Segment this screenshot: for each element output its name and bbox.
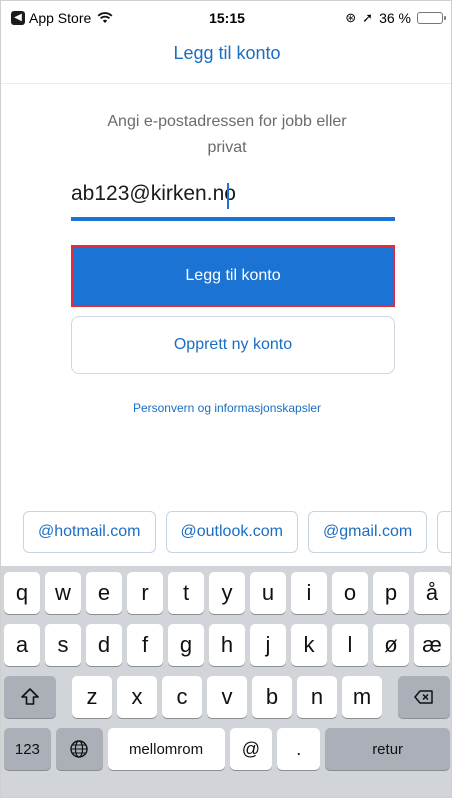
backspace-icon [414, 690, 433, 704]
key-a[interactable]: a [4, 624, 40, 666]
status-bar: ◀ App Store 15:15 ⊛ ➚ 36 % [1, 1, 451, 35]
wifi-icon [97, 12, 113, 23]
email-field[interactable] [71, 177, 395, 221]
status-left: ◀ App Store [11, 10, 113, 26]
email-prompt: Angi e-postadressen for jobb eller priva… [107, 113, 347, 156]
key-t[interactable]: t [168, 572, 204, 614]
return-key[interactable]: retur [325, 728, 450, 770]
keyboard: q w e r t y u i o p å a s d f g h j k l … [1, 566, 451, 797]
key-ae[interactable]: æ [414, 624, 450, 666]
key-e[interactable]: e [86, 572, 122, 614]
key-k[interactable]: k [291, 624, 327, 666]
keyboard-row-3: z x c v b n m [4, 676, 450, 718]
battery-icon [417, 12, 446, 24]
add-account-button[interactable]: Legg til konto [71, 245, 395, 307]
privacy-link[interactable]: Personvern og informasjonskapsler [1, 401, 451, 415]
key-v[interactable]: v [207, 676, 247, 718]
key-h[interactable]: h [209, 624, 245, 666]
key-f[interactable]: f [127, 624, 163, 666]
key-p[interactable]: p [373, 572, 409, 614]
key-s[interactable]: s [45, 624, 81, 666]
numbers-key[interactable]: 123 [4, 728, 51, 770]
suggestion-more[interactable]: @ [437, 511, 451, 553]
back-to-app-icon[interactable]: ◀ [11, 11, 25, 25]
key-x[interactable]: x [117, 676, 157, 718]
key-u[interactable]: u [250, 572, 286, 614]
shift-icon [21, 688, 39, 705]
suggestion-hotmail[interactable]: @hotmail.com [23, 511, 156, 553]
key-g[interactable]: g [168, 624, 204, 666]
backspace-key[interactable] [398, 676, 450, 718]
key-o[interactable]: o [332, 572, 368, 614]
status-right: ⊛ ➚ 36 % [345, 10, 446, 26]
key-j[interactable]: j [250, 624, 286, 666]
page-title: Legg til konto [173, 43, 281, 63]
keyboard-row-4: 123 mellomrom @ . retur [4, 728, 450, 770]
key-c[interactable]: c [162, 676, 202, 718]
key-z[interactable]: z [72, 676, 112, 718]
text-caret [227, 183, 229, 209]
at-key[interactable]: @ [229, 728, 273, 770]
key-y[interactable]: y [209, 572, 245, 614]
key-b[interactable]: b [252, 676, 292, 718]
key-aa[interactable]: å [414, 572, 450, 614]
keyboard-row-2: a s d f g h j k l ø æ [4, 624, 450, 666]
key-q[interactable]: q [4, 572, 40, 614]
keyboard-row-1: q w e r t y u i o p å [4, 572, 450, 614]
create-account-button[interactable]: Opprett ny konto [71, 316, 395, 374]
globe-key[interactable] [55, 728, 103, 770]
globe-icon [70, 740, 88, 758]
suggestion-gmail[interactable]: @gmail.com [308, 511, 428, 553]
back-app-label[interactable]: App Store [29, 10, 91, 26]
key-m[interactable]: m [342, 676, 382, 718]
keyboard-row-3-letters: z x c v b n m [72, 676, 382, 718]
key-i[interactable]: i [291, 572, 327, 614]
location-icon: ➚ [362, 10, 374, 25]
shift-key[interactable] [4, 676, 56, 718]
rotation-lock-icon: ⊛ [345, 10, 357, 25]
suggestion-outlook[interactable]: @outlook.com [165, 511, 299, 553]
key-n[interactable]: n [297, 676, 337, 718]
battery-percent: 36 % [379, 10, 411, 26]
dot-key[interactable]: . [277, 728, 321, 770]
app-screen: ◀ App Store 15:15 ⊛ ➚ 36 % Legg til kont… [0, 0, 452, 798]
key-oe[interactable]: ø [373, 624, 409, 666]
domain-suggestions: @hotmail.com @outlook.com @gmail.com @ [23, 511, 451, 553]
key-r[interactable]: r [127, 572, 163, 614]
space-key[interactable]: mellomrom [107, 728, 225, 770]
key-l[interactable]: l [332, 624, 368, 666]
key-d[interactable]: d [86, 624, 122, 666]
header-divider [1, 83, 451, 84]
key-w[interactable]: w [45, 572, 81, 614]
